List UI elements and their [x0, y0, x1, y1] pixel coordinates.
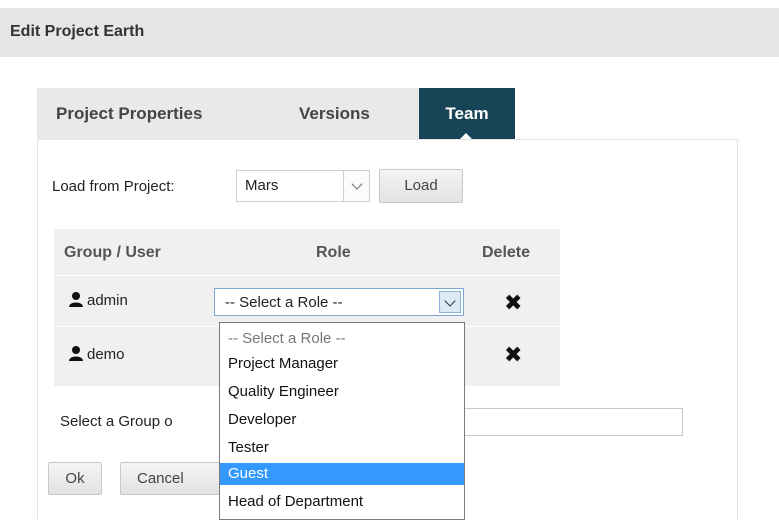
tab-bar: Project Properties Versions Team: [37, 88, 777, 140]
role-option[interactable]: Tester: [220, 437, 464, 459]
header-role: Role: [316, 244, 351, 261]
user-name-demo: demo: [87, 346, 125, 363]
role-select-value: -- Select a Role --: [225, 294, 343, 311]
header-delete: Delete: [482, 244, 531, 261]
ok-button-label: Ok: [65, 470, 85, 487]
tab-project-properties-label: Project Properties: [56, 104, 203, 123]
role-option[interactable]: Head of Department: [220, 491, 464, 513]
tab-versions-label: Versions: [299, 104, 370, 123]
delete-admin-close-icon[interactable]: ✖: [504, 292, 522, 314]
load-button-label: Load: [404, 177, 438, 194]
role-option[interactable]: Project Manager: [220, 353, 464, 375]
tab-team-label: Team: [445, 104, 489, 123]
chevron-down-icon: [439, 291, 461, 313]
tab-project-properties[interactable]: Project Properties: [37, 88, 305, 139]
select-group-label: Select a Group o: [60, 413, 173, 430]
select-group-input[interactable]: [455, 408, 683, 436]
cancel-button[interactable]: Cancel: [120, 462, 220, 495]
role-select-admin[interactable]: -- Select a Role --: [214, 288, 464, 316]
role-option[interactable]: Developer: [220, 409, 464, 431]
role-dropdown-list[interactable]: -- Select a Role -- Project Manager Qual…: [219, 322, 465, 520]
header-group-user: Group / User: [64, 244, 161, 261]
load-project-value: Mars: [245, 177, 279, 194]
role-option[interactable]: -- Select a Role --: [220, 328, 464, 350]
delete-demo-close-icon[interactable]: ✖: [504, 344, 522, 366]
chevron-down-icon: [343, 171, 369, 201]
row-divider: [54, 275, 560, 276]
load-project-select[interactable]: Mars: [236, 170, 370, 202]
user-icon: [69, 292, 83, 307]
cancel-button-label: Cancel: [137, 470, 184, 487]
tab-versions[interactable]: Versions: [299, 88, 419, 139]
role-option-highlighted[interactable]: Guest: [220, 463, 464, 485]
page-title: Edit Project Earth: [10, 23, 145, 40]
tab-team[interactable]: Team: [419, 88, 515, 140]
user-icon: [69, 346, 83, 361]
load-from-project-label: Load from Project:: [52, 178, 175, 195]
ok-button[interactable]: Ok: [48, 462, 102, 495]
role-option[interactable]: Quality Engineer: [220, 381, 464, 403]
user-name-admin: admin: [87, 292, 128, 309]
title-bar: Edit Project Earth: [0, 8, 779, 57]
load-button[interactable]: Load: [379, 169, 463, 203]
